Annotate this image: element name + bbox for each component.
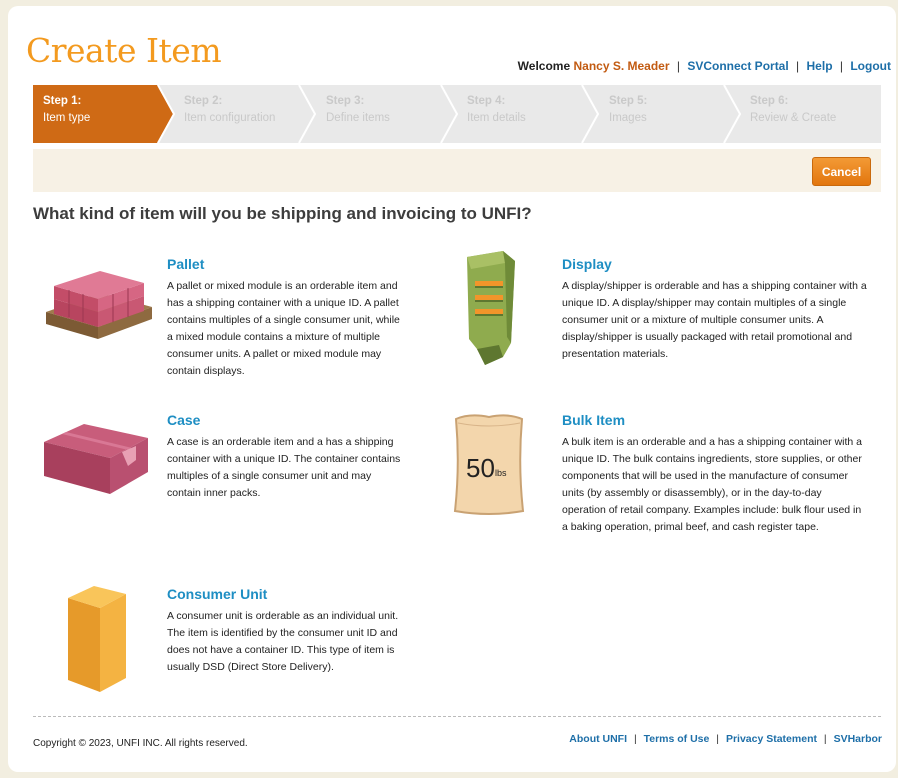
wizard-steps: Step 1: Item type Step 2: Item configura… <box>33 85 881 143</box>
option-bulk-item[interactable]: Bulk Item A bulk item is an orderable an… <box>562 412 867 536</box>
case-icon[interactable] <box>40 420 152 498</box>
footer-divider <box>33 716 881 717</box>
option-description: A case is an orderable item and a has a … <box>167 436 401 499</box>
option-title[interactable]: Consumer Unit <box>167 586 402 602</box>
separator: | <box>839 59 843 73</box>
option-title[interactable]: Bulk Item <box>562 412 867 428</box>
user-name: Nancy S. Meader <box>573 59 670 73</box>
step-4-item-details: Step 4: Item details <box>457 85 581 143</box>
option-title[interactable]: Case <box>167 412 402 428</box>
bag-icon[interactable]: 50 lbs <box>450 413 528 517</box>
separator: | <box>823 733 827 745</box>
welcome-label: Welcome <box>517 59 571 73</box>
step-name: Item type <box>43 112 91 124</box>
bag-unit: lbs <box>495 468 507 478</box>
step-number: Step 6: <box>750 95 789 107</box>
step-number: Step 5: <box>609 95 648 107</box>
svharbor-link[interactable]: SVHarbor <box>834 733 882 745</box>
step-1-item-type[interactable]: Step 1: Item type <box>33 85 157 143</box>
option-description: A display/shipper is orderable and has a… <box>562 280 867 360</box>
cancel-button[interactable]: Cancel <box>812 157 871 186</box>
option-description: A pallet or mixed module is an orderable… <box>167 280 400 377</box>
separator: | <box>676 59 680 73</box>
step-name: Review & Create <box>750 112 837 124</box>
page-title: Create Item <box>26 31 222 70</box>
box-icon[interactable] <box>64 584 134 696</box>
footer-links: About UNFI | Terms of Use | Privacy Stat… <box>569 733 882 745</box>
option-description: A bulk item is an orderable and a has a … <box>562 436 863 533</box>
option-title[interactable]: Display <box>562 256 867 272</box>
step-chevron-divider <box>298 85 317 143</box>
option-case[interactable]: Case A case is an orderable item and a h… <box>167 412 402 502</box>
about-unfi-link[interactable]: About UNFI <box>569 733 627 745</box>
privacy-statement-link[interactable]: Privacy Statement <box>726 733 817 745</box>
step-name: Item details <box>467 112 526 124</box>
bag-number: 50 <box>466 453 495 483</box>
step-number: Step 1: <box>43 95 82 107</box>
separator: | <box>716 733 720 745</box>
step-chevron-divider <box>581 85 600 143</box>
option-description: A consumer unit is orderable as an indiv… <box>167 610 399 673</box>
option-display[interactable]: Display A display/shipper is orderable a… <box>562 256 867 363</box>
step-3-define-items: Step 3: Define items <box>316 85 440 143</box>
option-title[interactable]: Pallet <box>167 256 402 272</box>
step-number: Step 4: <box>467 95 506 107</box>
logout-link[interactable]: Logout <box>850 59 891 73</box>
step-5-images: Step 5: Images <box>599 85 723 143</box>
separator: | <box>633 733 637 745</box>
step-number: Step 3: <box>326 95 365 107</box>
step-name: Item configuration <box>184 112 276 124</box>
item-kind-question: What kind of item will you be shipping a… <box>33 204 532 223</box>
top-navigation: Welcome Nancy S. Meader | SVConnect Port… <box>518 59 891 73</box>
help-link[interactable]: Help <box>807 59 833 73</box>
option-pallet[interactable]: Pallet A pallet or mixed module is an or… <box>167 256 402 380</box>
display-icon[interactable] <box>455 247 521 372</box>
svconnect-portal-link[interactable]: SVConnect Portal <box>687 59 788 73</box>
terms-of-use-link[interactable]: Terms of Use <box>644 733 710 745</box>
step-name: Define items <box>326 112 390 124</box>
option-consumer-unit[interactable]: Consumer Unit A consumer unit is orderab… <box>167 586 402 676</box>
step-2-item-configuration: Step 2: Item configuration <box>174 85 298 143</box>
pallet-icon[interactable] <box>40 265 158 347</box>
step-name: Images <box>609 112 647 124</box>
copyright: Copyright © 2023, UNFI INC. All rights r… <box>33 738 248 749</box>
step-6-review-create: Step 6: Review & Create <box>740 85 881 143</box>
separator: | <box>796 59 800 73</box>
step-number: Step 2: <box>184 95 223 107</box>
action-bar: Cancel <box>33 149 881 192</box>
